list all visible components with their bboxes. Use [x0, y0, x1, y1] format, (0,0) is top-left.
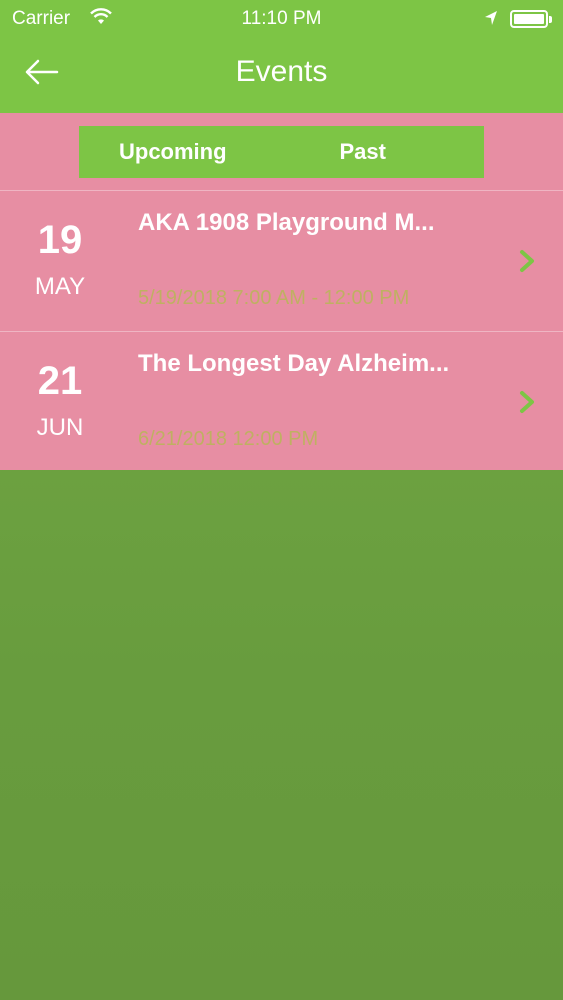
status-bar: Carrier 11:10 PM — [0, 0, 563, 38]
page-title: Events — [235, 55, 328, 88]
event-title: AKA 1908 Playground M... — [138, 209, 435, 236]
event-month: JUN — [36, 414, 84, 441]
header: Carrier 11:10 PM Events — [0, 0, 563, 113]
events-list: 19 MAY AKA 1908 Playground M... 5/19/201… — [0, 190, 563, 472]
chevron-right-icon — [520, 250, 534, 272]
event-date: 19 MAY — [0, 191, 120, 332]
location-arrow-icon — [485, 11, 497, 25]
event-date: 21 JUN — [0, 332, 120, 473]
event-day: 21 — [37, 359, 83, 403]
event-month: MAY — [34, 273, 86, 300]
tab-upcoming[interactable]: Upcoming — [79, 126, 264, 178]
event-datetime: 5/19/2018 7:00 AM - 12:00 PM — [138, 287, 410, 309]
tab-past[interactable]: Past — [264, 126, 485, 178]
chevron-right-icon — [520, 391, 534, 413]
segmented-control: Upcoming Past — [79, 126, 484, 178]
event-datetime: 6/21/2018 12:00 PM — [138, 428, 319, 450]
event-title: The Longest Day Alzheim... — [138, 350, 450, 377]
event-row[interactable]: 19 MAY AKA 1908 Playground M... 5/19/201… — [0, 190, 563, 331]
background — [0, 470, 563, 1000]
event-row[interactable]: 21 JUN The Longest Day Alzheim... 6/21/2… — [0, 331, 563, 472]
nav-bar: Events — [0, 40, 563, 110]
event-day: 19 — [37, 218, 83, 262]
events-panel: Upcoming Past 19 MAY AKA 1908 Playground… — [0, 113, 563, 470]
status-time: 11:10 PM — [241, 8, 322, 29]
battery-icon — [510, 10, 552, 28]
